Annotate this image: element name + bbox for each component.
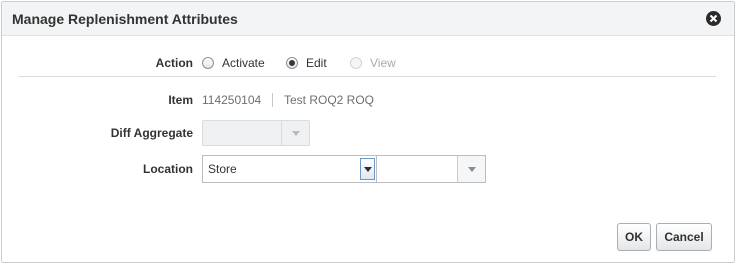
view-radio bbox=[350, 57, 362, 69]
action-label: Action bbox=[155, 56, 193, 70]
item-row: Item 114250104 Test ROQ2 ROQ bbox=[2, 90, 734, 110]
ok-button[interactable]: OK bbox=[617, 223, 651, 251]
item-separator bbox=[272, 93, 273, 107]
replenishment-dialog: Manage Replenishment Attributes Action A… bbox=[1, 1, 735, 263]
dialog-titlebar: Manage Replenishment Attributes bbox=[2, 2, 734, 36]
item-label: Item bbox=[168, 93, 193, 107]
section-divider bbox=[18, 76, 716, 77]
dialog-title: Manage Replenishment Attributes bbox=[12, 11, 238, 27]
cancel-button[interactable]: Cancel bbox=[656, 223, 712, 251]
view-radio-label: View bbox=[370, 56, 396, 70]
diff-aggregate-row: Diff Aggregate bbox=[2, 120, 734, 148]
location-select[interactable] bbox=[377, 155, 486, 183]
location-type-select[interactable]: Store bbox=[202, 155, 377, 183]
activate-radio[interactable] bbox=[202, 57, 214, 69]
chevron-down-icon bbox=[281, 121, 309, 145]
diff-aggregate-label: Diff Aggregate bbox=[110, 126, 193, 140]
edit-radio-label[interactable]: Edit bbox=[306, 53, 327, 73]
close-icon[interactable] bbox=[706, 11, 721, 26]
chevron-down-icon[interactable] bbox=[360, 158, 375, 180]
item-number: 114250104 bbox=[202, 93, 262, 107]
chevron-down-icon[interactable] bbox=[457, 156, 485, 182]
item-description: Test ROQ2 ROQ bbox=[284, 93, 375, 107]
location-label: Location bbox=[143, 162, 193, 176]
activate-radio-label[interactable]: Activate bbox=[222, 53, 265, 73]
location-row: Location Store bbox=[2, 155, 734, 183]
action-row: Action Activate Edit View bbox=[2, 53, 734, 73]
edit-radio[interactable] bbox=[286, 57, 298, 69]
location-type-value: Store bbox=[208, 162, 237, 176]
diff-aggregate-select bbox=[202, 120, 310, 146]
